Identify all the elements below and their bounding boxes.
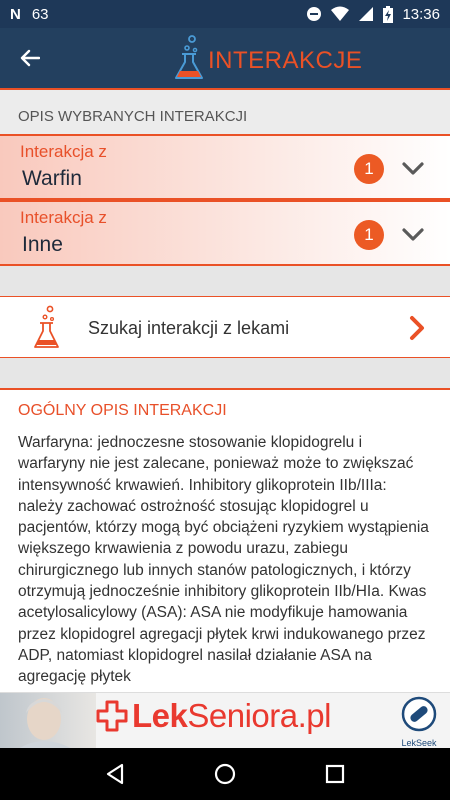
interaction-row-inne[interactable]: Interakcja z Inne 1 bbox=[0, 200, 450, 266]
clock: 13:36 bbox=[402, 5, 440, 23]
chevron-down-icon bbox=[402, 162, 424, 175]
interaction-drug-name: Warfin bbox=[22, 167, 82, 190]
do-not-disturb-icon bbox=[307, 7, 322, 21]
interaction-row-warfin[interactable]: Interakcja z Warfin 1 bbox=[0, 134, 450, 200]
leksenior-logo: LekSeniora.pl bbox=[96, 697, 331, 735]
expand-button[interactable] bbox=[398, 156, 428, 182]
general-description-text: Warfaryna: jednoczesne stosowanie klopid… bbox=[18, 434, 429, 686]
divider bbox=[0, 266, 450, 296]
square-recents-icon bbox=[325, 764, 345, 784]
circle-home-icon bbox=[214, 763, 236, 785]
page-title: INTERAKCJE bbox=[208, 47, 363, 74]
lekseek-label: LekSeek bbox=[401, 738, 437, 748]
search-interactions-button[interactable]: Szukaj interakcji z lekami bbox=[0, 296, 450, 358]
chevron-down-icon bbox=[402, 228, 424, 241]
app-title-group: INTERAKCJE bbox=[170, 32, 362, 84]
search-interactions-label: Szukaj interakcji z lekami bbox=[88, 318, 290, 338]
expand-button[interactable] bbox=[398, 222, 428, 248]
senior-photo bbox=[0, 693, 96, 748]
notification-n-icon: N bbox=[10, 5, 21, 23]
general-description-section: OGÓLNY OPIS INTERAKCJI Warfaryna: jednoc… bbox=[0, 388, 450, 688]
back-button[interactable] bbox=[14, 42, 46, 74]
status-bar: N 63 13:36 bbox=[0, 0, 450, 28]
system-nav-bar bbox=[0, 748, 450, 800]
interaction-count-badge: 1 bbox=[354, 220, 384, 250]
notification-count: 63 bbox=[31, 5, 49, 23]
interaction-drug-name: Inne bbox=[22, 233, 63, 256]
interaction-label: Interakcja z bbox=[20, 208, 107, 227]
ad-banner[interactable]: LekSeniora.pl LekSeek bbox=[0, 692, 450, 748]
selected-interactions-header: OPIS WYBRANYCH INTERAKCJI bbox=[0, 88, 450, 134]
nav-back-button[interactable] bbox=[95, 754, 135, 794]
battery-charging-icon bbox=[383, 5, 394, 23]
divider bbox=[0, 358, 450, 388]
medical-cross-icon bbox=[96, 700, 128, 732]
nav-recents-button[interactable] bbox=[315, 754, 355, 794]
chevron-right-icon bbox=[404, 315, 430, 341]
lekseek-logo: LekSeek bbox=[396, 696, 442, 748]
flask-icon bbox=[30, 305, 62, 351]
ad-brand-part2: Seniora.pl bbox=[187, 697, 331, 734]
arrow-left-icon bbox=[20, 49, 40, 67]
main-content[interactable]: OPIS WYBRANYCH INTERAKCJI Interakcja z W… bbox=[0, 88, 450, 692]
ad-brand-part1: Lek bbox=[132, 697, 188, 734]
app-bar: INTERAKCJE bbox=[0, 28, 450, 88]
wifi-icon bbox=[331, 6, 350, 21]
signal-icon bbox=[359, 7, 374, 21]
general-description-title: OGÓLNY OPIS INTERAKCJI bbox=[18, 402, 227, 419]
interaction-count-badge: 1 bbox=[354, 154, 384, 184]
triangle-back-icon bbox=[106, 763, 124, 785]
flask-icon bbox=[175, 35, 203, 79]
pill-icon bbox=[401, 696, 437, 732]
nav-home-button[interactable] bbox=[205, 754, 245, 794]
interaction-label: Interakcja z bbox=[20, 142, 107, 161]
